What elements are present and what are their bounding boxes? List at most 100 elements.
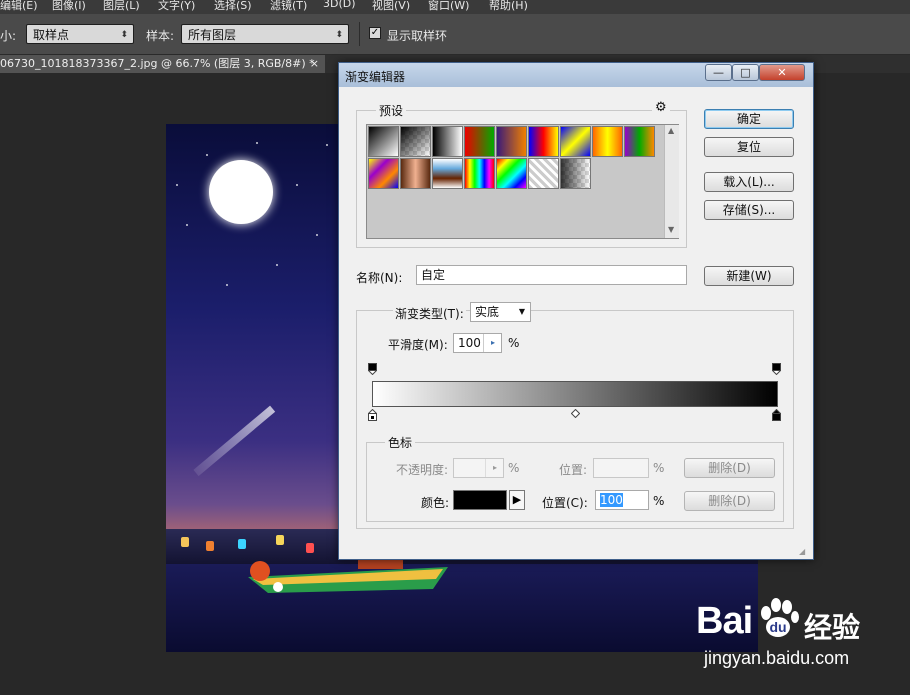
delete-opacity-stop-button[interactable]: 删除(D) [684, 458, 775, 478]
opacity-position-input[interactable] [593, 458, 649, 478]
light-beam [193, 405, 276, 477]
preset-grid [368, 126, 658, 192]
opacity-position-percent: % [653, 461, 665, 475]
document-tab[interactable]: 06730_101818373367_2.jpg @ 66.7% (图层 3, … [0, 55, 325, 73]
save-button[interactable]: 存储(S)... [704, 200, 794, 220]
preset-swatch-transparent-rainbow[interactable] [496, 158, 527, 189]
dialog-titlebar[interactable]: 渐变编辑器 — □ ✕ [339, 63, 813, 87]
menu-type[interactable]: 文字(Y) [158, 0, 195, 13]
preset-swatch-yellow-violet-orange-blue[interactable] [368, 158, 399, 189]
preset-swatch-violet-orange[interactable] [496, 126, 527, 157]
preset-swatch-foreground-to-transparent[interactable] [400, 126, 431, 157]
sample-size-label: 小: [0, 29, 17, 43]
preset-swatch-copper[interactable] [400, 158, 431, 189]
checkmark-icon: ✓ [370, 27, 380, 38]
color-stop-left[interactable] [368, 409, 377, 421]
smoothness-label: 平滑度(M): [388, 338, 448, 352]
watermark: du Bai 经验 jingyan.baidu.com [696, 592, 906, 692]
opacity-input[interactable]: ▸ [453, 458, 504, 478]
maximize-button[interactable]: □ [732, 64, 759, 81]
color-position-value: 100 [600, 493, 623, 507]
tab-close-icon[interactable]: × [310, 55, 319, 72]
preset-swatch-chrome[interactable] [432, 158, 463, 189]
stepper-arrow-icon[interactable]: ▸ [485, 459, 504, 477]
watermark-url: jingyan.baidu.com [704, 648, 850, 668]
moon [209, 160, 273, 224]
opacity-stop-left[interactable] [368, 363, 377, 375]
updown-arrow-icon: ⬍ [120, 30, 128, 40]
preset-swatch-orange-yellow-orange[interactable] [592, 126, 623, 157]
close-button[interactable]: ✕ [759, 64, 805, 81]
reset-button[interactable]: 复位 [704, 137, 794, 157]
svg-text:du: du [769, 619, 786, 635]
menu-help[interactable]: 帮助(H) [489, 0, 528, 13]
close-icon: ✕ [777, 66, 787, 79]
gradient-preview-bar[interactable] [372, 381, 778, 407]
preset-swatch-violet-green-orange[interactable] [624, 126, 655, 157]
menu-edit[interactable]: 编辑(E) [0, 0, 38, 13]
midpoint-diamond-icon[interactable] [570, 409, 580, 418]
sample-layers-select[interactable]: 所有图层 ⬍ [181, 24, 349, 44]
preset-swatch-foreground-to-background[interactable] [368, 126, 399, 157]
menu-bar: 编辑(E) 图像(I) 图层(L) 文字(Y) 选择(S) 滤镜(T) 3D(D… [0, 0, 910, 14]
show-sampling-ring-label: 显示取样环 [387, 29, 448, 43]
name-input[interactable]: 自定 [416, 265, 687, 285]
opacity-position-label: 位置: [559, 463, 588, 477]
color-stop-right[interactable] [772, 409, 781, 421]
menu-filter[interactable]: 滤镜(T) [270, 0, 307, 13]
presets-gear-icon[interactable]: ⚙ [652, 100, 670, 115]
gradient-editor-dialog: 渐变编辑器 — □ ✕ 预设 ⚙ ▲ ▼ 确定 复位 载入(L)... 存储(S… [338, 62, 814, 560]
paw-logo-icon: du [761, 598, 799, 637]
sample-size-value: 取样点 [33, 28, 70, 42]
resize-grip-icon[interactable]: ◢ [799, 547, 805, 556]
gradient-type-value: 实底 [475, 305, 500, 319]
ok-button[interactable]: 确定 [704, 109, 794, 129]
menu-image[interactable]: 图像(I) [52, 0, 86, 13]
preset-swatch-black-white[interactable] [432, 126, 463, 157]
menu-3d[interactable]: 3D(D) [323, 0, 356, 10]
opacity-percent: % [508, 461, 520, 475]
preset-swatch-transparent-stripes[interactable] [528, 158, 559, 189]
opacity-stop-right[interactable] [772, 363, 781, 375]
preset-swatch-blue-yellow-blue[interactable] [560, 126, 591, 157]
stop-color-swatch[interactable] [453, 490, 507, 510]
new-button[interactable]: 新建(W) [704, 266, 794, 286]
sample-label: 样本: [146, 29, 175, 43]
color-position-label: 位置(C): [542, 496, 588, 510]
sample-size-select[interactable]: 取样点 ⬍ [26, 24, 134, 44]
watermark-brand: Bai [696, 600, 753, 642]
minimize-icon: — [713, 66, 724, 79]
chevron-down-icon: ▼ [518, 307, 525, 316]
menu-layer[interactable]: 图层(L) [103, 0, 140, 13]
preset-swatch-red-green[interactable] [464, 126, 495, 157]
preset-swatch-spectrum[interactable] [464, 158, 495, 189]
stepper-arrow-icon[interactable]: ▸ [483, 334, 502, 352]
scroll-down-arrow-icon[interactable]: ▼ [668, 225, 674, 234]
color-position-percent: % [653, 494, 665, 508]
minimize-button[interactable]: — [705, 64, 732, 81]
menu-view[interactable]: 视图(V) [372, 0, 410, 13]
delete-color-stop-button[interactable]: 删除(D) [684, 491, 775, 511]
color-menu-arrow-icon[interactable]: ▶ [509, 490, 525, 510]
menu-select[interactable]: 选择(S) [214, 0, 252, 13]
color-position-input[interactable]: 100 [595, 490, 649, 510]
scroll-up-arrow-icon[interactable]: ▲ [668, 126, 674, 135]
menu-window[interactable]: 窗口(W) [428, 0, 469, 13]
gradient-type-select[interactable]: 实底 ▼ [470, 302, 531, 322]
presets-scrollbar[interactable]: ▲ ▼ [664, 125, 679, 238]
maximize-icon: □ [740, 66, 751, 79]
options-bar: 小: 取样点 ⬍ 样本: 所有图层 ⬍ ✓ 显示取样环 [0, 14, 910, 55]
toolbar-divider [359, 22, 360, 46]
smoothness-value: 100 [458, 336, 481, 350]
watermark-brand-cn: 经验 [804, 611, 861, 644]
smoothness-input[interactable]: 100 ▸ [453, 333, 502, 353]
show-sampling-ring-checkbox[interactable]: ✓ [369, 27, 381, 39]
preset-swatch-blue-red-yellow[interactable] [528, 126, 559, 157]
name-label: 名称(N): [356, 271, 403, 285]
load-button[interactable]: 载入(L)... [704, 172, 794, 192]
presets-label: 预设 [376, 102, 407, 119]
sample-layers-value: 所有图层 [188, 28, 237, 42]
updown-arrow-icon: ⬍ [335, 30, 343, 40]
preset-swatch-neutral-density[interactable] [560, 158, 591, 189]
dialog-title: 渐变编辑器 [345, 70, 406, 84]
